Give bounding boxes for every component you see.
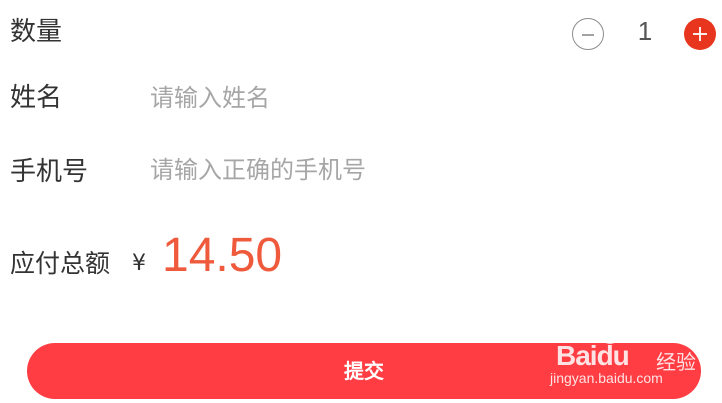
quantity-value: 1: [637, 16, 653, 46]
submit-button[interactable]: 提交: [27, 343, 701, 399]
quantity-increment-button[interactable]: [684, 18, 716, 50]
quantity-decrement-button[interactable]: [572, 18, 604, 50]
total-amount: 14.50: [162, 229, 283, 282]
total-label: 应付总额: [10, 249, 111, 278]
name-label: 姓名: [10, 83, 63, 113]
plus-icon: [693, 27, 707, 41]
phone-input[interactable]: [150, 152, 670, 188]
phone-label: 手机号: [10, 157, 89, 187]
name-input[interactable]: [150, 80, 670, 116]
minus-icon: [582, 34, 594, 36]
quantity-label: 数量: [10, 17, 63, 47]
currency-symbol: ¥: [132, 251, 146, 276]
